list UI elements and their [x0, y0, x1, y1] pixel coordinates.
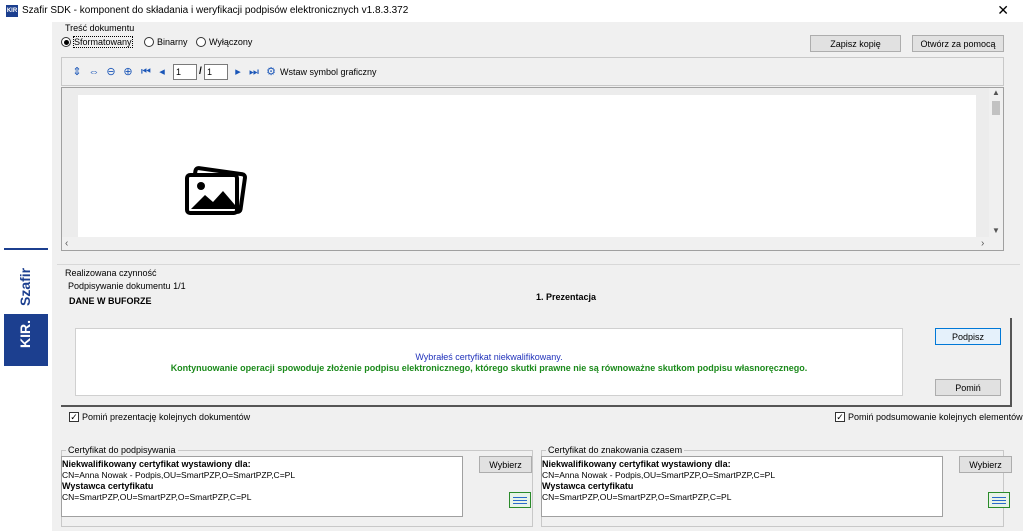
skip-presentation-label: Pomiń prezentację kolejnych dokumentów [82, 412, 251, 422]
signing-progress: Podpisywanie dokumentu 1/1 [68, 281, 186, 291]
zoom-in-icon[interactable]: ⊕ [122, 66, 134, 78]
first-page-icon[interactable]: ⏮ [140, 66, 152, 78]
certificate-icon[interactable] [509, 492, 531, 508]
last-page-icon[interactable]: ⏭ [248, 66, 260, 78]
previous-page-icon[interactable]: ◂ [156, 66, 168, 78]
signing-cert-issuer: CN=SmartPZP,OU=SmartPZP,O=SmartPZP,C=PL [62, 492, 252, 502]
image-placeholder-icon [185, 166, 248, 215]
insert-graphic-symbol-link[interactable]: Wstaw symbol graficzny [280, 67, 377, 77]
timestamp-cert-issued-for-heading: Niekwalifikowany certyfikat wystawiony d… [542, 459, 731, 469]
signing-cert-issued-for-heading: Niekwalifikowany certyfikat wystawiony d… [62, 459, 251, 469]
next-page-icon[interactable]: ▸ [232, 66, 244, 78]
radio-binary-label: Binarny [157, 37, 188, 47]
app-icon-text: KIR [6, 8, 18, 14]
document-content-label: Treść dokumentu [65, 23, 135, 33]
timestamp-cert-issuer-heading: Wystawca certyfikatu [542, 481, 634, 491]
warning-line-1: Wybrałeś certyfikat niekwalifikowany. [415, 352, 563, 362]
brand-divider [4, 248, 48, 250]
scroll-up-icon[interactable]: ▲ [992, 88, 1000, 97]
signing-cert-issuer-heading: Wystawca certyfikatu [62, 481, 154, 491]
title-bar: KIR Szafir SDK - komponent do składania … [0, 0, 1023, 22]
document-viewer[interactable]: ▲ ▼ ‹ › [61, 87, 1004, 251]
scroll-down-icon[interactable]: ▼ [992, 226, 1000, 235]
window-title: Szafir SDK - komponent do składania i we… [22, 5, 409, 16]
radio-formatted[interactable]: Sformatowany [61, 36, 133, 48]
szafir-logo: Szafir [17, 267, 33, 306]
scroll-right-icon[interactable]: › [981, 238, 984, 249]
fit-height-icon[interactable]: ⇕ [71, 66, 83, 78]
section-divider [57, 264, 1020, 265]
vertical-scrollbar[interactable]: ▲ ▼ [989, 88, 1003, 238]
timestamp-cert-subject: CN=Anna Nowak - Podpis,OU=SmartPZP,O=Sma… [542, 470, 776, 480]
kir-logo: KIR. [4, 314, 48, 366]
signing-certificate-label: Certyfikat do podpisywania [66, 445, 178, 455]
current-page-input[interactable]: 1 [173, 64, 197, 80]
timestamp-cert-issuer: CN=SmartPZP,OU=SmartPZP,O=SmartPZP,C=PL [542, 492, 732, 502]
horizontal-scrollbar[interactable]: ‹ › [62, 237, 1003, 250]
skip-presentation-check[interactable]: ✓ [69, 412, 79, 422]
radio-disabled-label: Wyłączony [209, 37, 253, 47]
page-separator: / [199, 66, 202, 77]
warning-line-2: Kontynuowanie operacji spowoduje złożeni… [170, 363, 808, 373]
save-copy-button[interactable]: Zapisz kopię [810, 35, 901, 52]
total-pages-field: 1 [204, 64, 228, 80]
signing-cert-subject: CN=Anna Nowak - Podpis,OU=SmartPZP,O=Sma… [62, 470, 296, 480]
skip-presentation-checkbox[interactable]: ✓ Pomiń prezentację kolejnych dokumentów [69, 412, 250, 422]
timestamp-cert-choose-button[interactable]: Wybierz [959, 456, 1012, 473]
viewer-toolbar: ⇕ ⇔ ⊖ ⊕ ⏮ ◂ 1 / 1 ▸ ⏭ ⚙ Wstaw symbol gra… [61, 57, 1004, 86]
scroll-thumb[interactable] [992, 101, 1000, 115]
radio-disabled[interactable]: Wyłączony [196, 37, 252, 47]
certificate-icon[interactable] [988, 492, 1010, 508]
gear-icon[interactable]: ⚙ [265, 66, 277, 78]
timestamp-certificate-details: Niekwalifikowany certyfikat wystawiony d… [541, 456, 943, 517]
scroll-left-icon[interactable]: ‹ [65, 238, 68, 249]
skip-summary-check[interactable]: ✓ [835, 412, 845, 422]
signing-certificate-details: Niekwalifikowany certyfikat wystawiony d… [61, 456, 463, 517]
document-page [78, 95, 976, 239]
brand-sidebar: Szafir KIR. [0, 22, 52, 531]
radio-formatted-label: Sformatowany [73, 36, 133, 48]
radio-formatted-dot[interactable] [61, 37, 71, 47]
skip-summary-label: Pomiń podsumowanie kolejnych elementów [848, 412, 1023, 422]
signing-cert-choose-button[interactable]: Wybierz [479, 456, 532, 473]
close-icon[interactable]: ✕ [997, 2, 1009, 18]
warning-message-box: Wybrałeś certyfikat niekwalifikowany. Ko… [75, 328, 903, 396]
timestamp-certificate-label: Certyfikat do znakowania czasem [546, 445, 685, 455]
open-with-button[interactable]: Otwórz za pomocą [912, 35, 1004, 52]
radio-binary[interactable]: Binarny [144, 37, 188, 47]
sign-button[interactable]: Podpisz [935, 328, 1001, 345]
main-panel: Treść dokumentu Sformatowany Binarny Wył… [52, 22, 1023, 531]
fit-width-icon[interactable]: ⇔ [88, 66, 100, 78]
skip-summary-checkbox[interactable]: ✓ Pomiń podsumowanie kolejnych elementów [835, 412, 1023, 422]
zoom-out-icon[interactable]: ⊖ [105, 66, 117, 78]
kir-logo-text: KIR. [17, 320, 33, 348]
step-label: 1. Prezentacja [536, 292, 597, 302]
radio-binary-dot[interactable] [144, 37, 154, 47]
skip-button[interactable]: Pomiń [935, 379, 1001, 396]
activity-label: Realizowana czynność [65, 268, 157, 278]
buffer-label: DANE W BUFORZE [69, 296, 152, 306]
radio-disabled-dot[interactable] [196, 37, 206, 47]
app-icon: KIR [6, 5, 18, 17]
